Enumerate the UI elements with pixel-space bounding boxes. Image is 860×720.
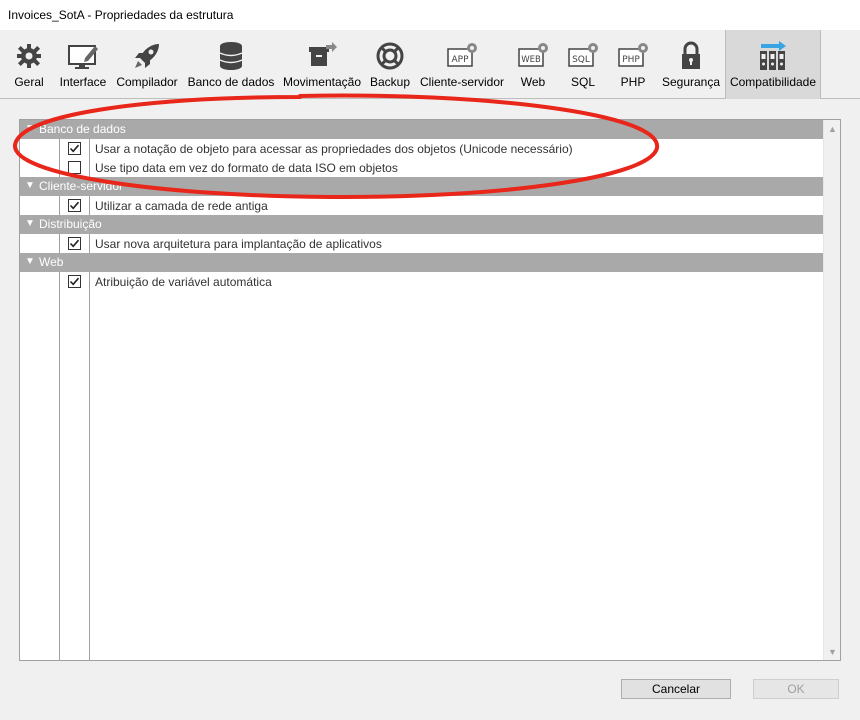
- option-label: Utilizar a camada de rede antiga: [95, 199, 268, 213]
- object-notation-checkbox[interactable]: [68, 142, 81, 155]
- tab-compatibilidade[interactable]: Compatibilidade: [725, 30, 821, 99]
- option-label: Usar a notação de objeto para acessar as…: [95, 142, 573, 156]
- tab-label: Movimentação: [282, 75, 362, 89]
- legacy-network-checkbox[interactable]: [68, 199, 81, 212]
- tab-cliente-servidor[interactable]: APP Cliente-servidor: [418, 30, 506, 99]
- section-title: Cliente-servidor: [39, 179, 124, 193]
- app-badge: APP: [451, 55, 469, 65]
- chevron-down-icon[interactable]: ▼: [25, 123, 35, 134]
- tab-sql[interactable]: SQL SQL: [562, 30, 604, 99]
- scroll-down-icon[interactable]: ▼: [824, 643, 841, 660]
- tab-movimentacao[interactable]: Movimentação: [282, 30, 362, 99]
- tab-label: Web: [520, 75, 546, 89]
- section-cliente-servidor[interactable]: ▼ Cliente-servidor: [20, 177, 823, 196]
- sql-gear-icon: SQL: [566, 41, 600, 71]
- tab-backup[interactable]: Backup: [368, 30, 412, 99]
- tab-seguranca[interactable]: Segurança: [660, 30, 722, 99]
- tab-label: Banco de dados: [187, 75, 275, 89]
- section-title: Banco de dados: [39, 122, 126, 136]
- window-title: Invoices_SotA - Propriedades da estrutur…: [8, 8, 234, 22]
- tab-label: PHP: [620, 75, 646, 89]
- rocket-icon: [130, 41, 164, 71]
- tab-label: Compilador: [116, 75, 178, 89]
- section-title: Distribuição: [39, 217, 102, 231]
- sql-badge: SQL: [572, 55, 590, 65]
- cancel-button[interactable]: Cancelar: [621, 679, 731, 699]
- list-item: Utilizar a camada de rede antiga: [60, 196, 823, 215]
- new-architecture-checkbox[interactable]: [68, 237, 81, 250]
- lifebuoy-icon: [373, 41, 407, 71]
- php-gear-icon: PHP: [616, 41, 650, 71]
- web-badge: WEB: [521, 55, 541, 65]
- tab-label: Backup: [369, 75, 411, 89]
- section-title: Web: [39, 255, 64, 269]
- option-label: Usar nova arquitetura para implantação d…: [95, 237, 382, 251]
- list-item: Use tipo data em vez do formato de data …: [60, 158, 823, 177]
- tab-label: Cliente-servidor: [419, 75, 505, 89]
- chevron-down-icon[interactable]: ▼: [25, 256, 35, 267]
- tab-compilador[interactable]: Compilador: [114, 30, 180, 99]
- toolbar: Geral Interface Compilador Banco de dado…: [0, 30, 860, 99]
- tab-label: SQL: [570, 75, 595, 89]
- list-item: Usar nova arquitetura para implantação d…: [60, 234, 823, 253]
- box-arrow-icon: [305, 41, 339, 71]
- options-list: ▼ Banco de dados Usar a notação de objet…: [19, 119, 841, 661]
- tab-geral[interactable]: Geral: [9, 30, 49, 99]
- tab-php[interactable]: PHP PHP: [612, 30, 654, 99]
- date-type-checkbox[interactable]: [68, 161, 81, 174]
- title-bar: Invoices_SotA - Propriedades da estrutur…: [0, 0, 860, 30]
- tab-label: Geral: [14, 75, 44, 89]
- section-distribuicao[interactable]: ▼ Distribuição: [20, 215, 823, 234]
- tab-interface[interactable]: Interface: [58, 30, 108, 99]
- padlock-icon: [674, 41, 708, 71]
- tab-label: Segurança: [661, 75, 721, 89]
- web-gear-icon: WEB: [516, 41, 550, 71]
- php-badge: PHP: [622, 55, 640, 65]
- scroll-up-icon[interactable]: ▲: [824, 120, 841, 137]
- chevron-down-icon[interactable]: ▼: [25, 218, 35, 229]
- list-item: Usar a notação de objeto para acessar as…: [60, 139, 823, 158]
- tab-label: Compatibilidade: [729, 75, 817, 89]
- option-label: Use tipo data em vez do formato de data …: [95, 161, 398, 175]
- monitor-pencil-icon: [66, 41, 100, 71]
- chevron-down-icon[interactable]: ▼: [25, 180, 35, 191]
- vertical-scrollbar[interactable]: ▲ ▼: [823, 120, 840, 660]
- list-item: Atribuição de variável automática: [60, 272, 823, 291]
- section-banco-de-dados[interactable]: ▼ Banco de dados: [20, 120, 823, 139]
- gear-icon: [12, 41, 46, 71]
- option-label: Atribuição de variável automática: [95, 275, 272, 289]
- ok-button[interactable]: OK: [753, 679, 839, 699]
- database-icon: [214, 41, 248, 71]
- binders-arrow-icon: [756, 41, 790, 71]
- tab-label: Interface: [59, 75, 107, 89]
- section-web[interactable]: ▼ Web: [20, 253, 823, 272]
- tab-web[interactable]: WEB Web: [512, 30, 554, 99]
- app-gear-icon: APP: [445, 41, 479, 71]
- tab-banco-de-dados[interactable]: Banco de dados: [186, 30, 276, 99]
- auto-variable-checkbox[interactable]: [68, 275, 81, 288]
